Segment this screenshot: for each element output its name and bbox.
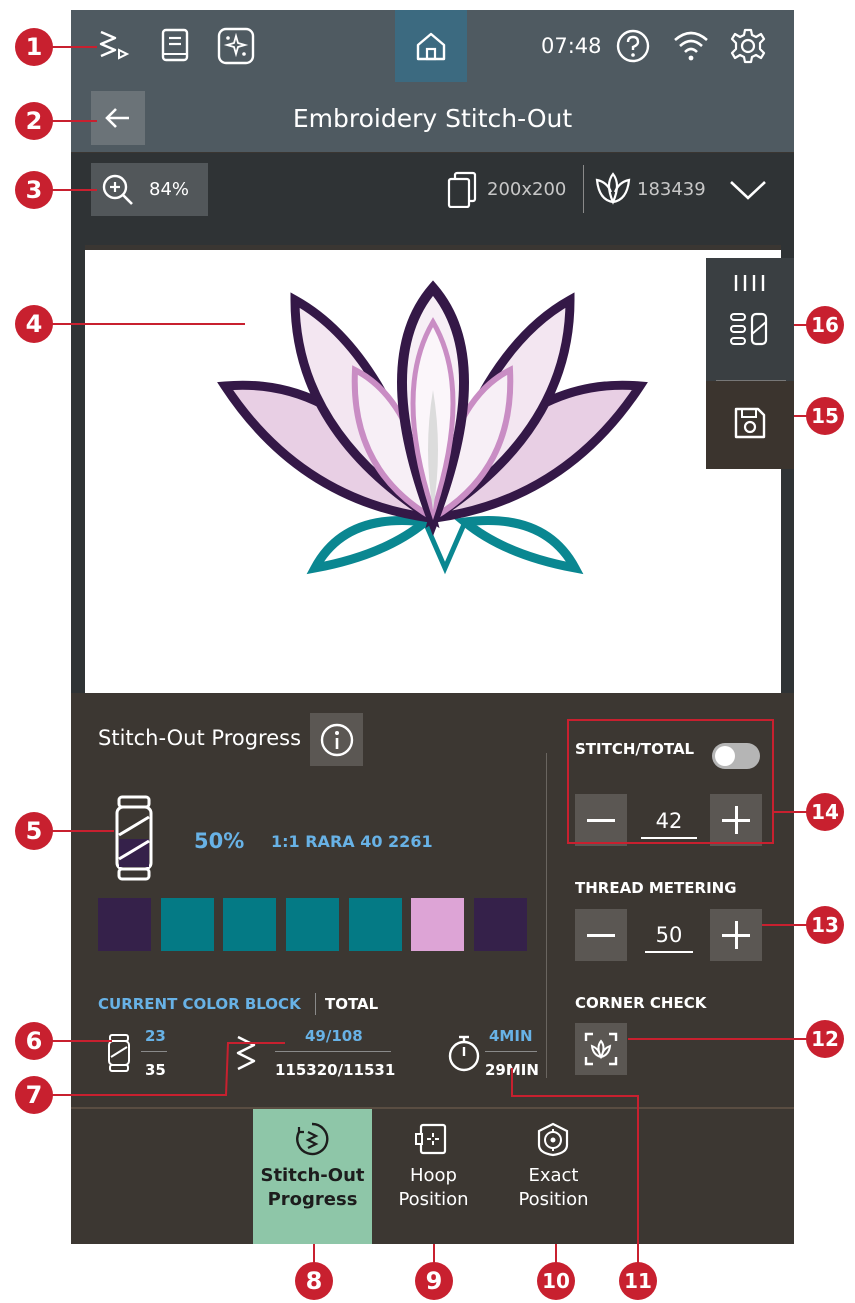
lotus-design-icon <box>595 172 631 205</box>
progress-percent: 50% <box>194 829 245 853</box>
thread-metering-minus[interactable] <box>575 909 627 961</box>
thread-metering-underline <box>645 951 693 953</box>
stitch-total-highlight-box <box>567 719 774 844</box>
callout-12: 12 <box>806 1020 844 1058</box>
zoom-button[interactable]: 84% <box>91 163 208 216</box>
time-current: 4MIN <box>489 1027 533 1045</box>
design-toolbar: 84% 200x200 183439 <box>71 153 794 225</box>
callout-2: 2 <box>15 102 53 140</box>
hoop-position-icon <box>415 1123 447 1155</box>
callout-3: 3 <box>15 171 53 209</box>
lotus-embroidery-design <box>217 280 648 575</box>
toolbar-divider <box>583 165 584 213</box>
callout-line-3 <box>52 189 97 191</box>
thread-metering-plus[interactable] <box>710 909 762 961</box>
stitch-menu-icon[interactable] <box>95 26 135 66</box>
tab-hoop-position[interactable]: Hoop Position <box>374 1109 493 1244</box>
callout-16: 16 <box>806 306 844 344</box>
canvas-left-frame <box>71 225 85 693</box>
help-icon[interactable] <box>615 28 651 64</box>
callout-15: 15 <box>806 397 844 435</box>
color-block-swatch[interactable] <box>349 898 402 951</box>
callout-line-14 <box>774 811 808 813</box>
clock-time: 07:48 <box>541 34 602 58</box>
color-block-swatch[interactable] <box>411 898 464 951</box>
callout-line-13 <box>762 924 808 926</box>
zoom-in-icon <box>102 174 133 205</box>
hoop-size: 200x200 <box>487 179 567 200</box>
color-block-swatch[interactable] <box>286 898 339 951</box>
stitch-progress-icon <box>296 1122 329 1156</box>
thread-spool-icon <box>115 795 153 881</box>
callout-6: 6 <box>15 1022 53 1060</box>
info-button[interactable] <box>310 713 363 766</box>
top-bar: 07:48 <box>71 10 794 82</box>
stitch-fraction-line <box>275 1051 391 1052</box>
callout-5: 5 <box>15 812 53 850</box>
callout-1: 1 <box>15 28 53 66</box>
callout-10: 10 <box>537 1262 575 1300</box>
thread-metering-value: 50 <box>655 923 683 947</box>
callout-14: 14 <box>806 793 844 831</box>
tab-label-line2: Progress <box>267 1189 358 1210</box>
stitch-total: 115320/11531 <box>275 1061 396 1079</box>
callout-line-12 <box>628 1038 808 1040</box>
save-button[interactable] <box>706 381 794 469</box>
tab-label-line1: Stitch-Out <box>260 1165 365 1186</box>
title-bar: Embroidery Stitch-Out <box>71 82 794 152</box>
info-icon <box>320 723 354 757</box>
thread-name: 1:1 RARA 40 2261 <box>271 832 433 851</box>
creative-sparkle-icon[interactable] <box>216 26 256 66</box>
callout-9: 9 <box>415 1262 453 1300</box>
corner-check-label: CORNER CHECK <box>575 994 707 1012</box>
timer-icon <box>448 1035 480 1072</box>
wifi-icon[interactable] <box>671 26 711 66</box>
legend-current: CURRENT COLOR BLOCK <box>98 995 301 1013</box>
color-list-spool-icon <box>730 312 768 346</box>
callout-line-5 <box>52 830 114 832</box>
callout-8: 8 <box>295 1262 333 1300</box>
bottom-navigation: Stitch-Out Progress Hoop Position Exact … <box>71 1107 794 1244</box>
tab-label-line2: Position <box>398 1189 469 1210</box>
callout-line-7 <box>52 1042 285 1096</box>
callout-4: 4 <box>15 305 53 343</box>
thread-metering-label: THREAD METERING <box>575 879 737 897</box>
canvas-side-panel <box>706 258 794 469</box>
zoom-level: 84% <box>149 179 190 200</box>
color-block-swatch[interactable] <box>98 898 151 951</box>
legend-total: TOTAL <box>325 995 379 1013</box>
callout-7: 7 <box>15 1076 53 1114</box>
grip-lines-icon <box>734 275 765 291</box>
embroidery-field[interactable] <box>85 250 794 693</box>
tab-stitch-out-progress[interactable]: Stitch-Out Progress <box>253 1109 372 1244</box>
legend-divider <box>315 993 316 1015</box>
panel-heading: Stitch-Out Progress <box>98 726 302 750</box>
callout-line-11 <box>511 1068 639 1266</box>
tab-label-line1: Hoop <box>410 1165 457 1186</box>
home-icon <box>416 32 446 61</box>
chevron-down-icon[interactable] <box>729 179 767 201</box>
color-block-swatch[interactable] <box>474 898 527 951</box>
color-block-swatch[interactable] <box>223 898 276 951</box>
color-block-list-button[interactable] <box>706 258 794 368</box>
hoop-icon <box>447 171 477 208</box>
callout-13: 13 <box>806 906 844 944</box>
callout-line-2 <box>52 120 97 122</box>
stitch-current: 49/108 <box>305 1027 363 1045</box>
callout-line-4 <box>52 323 245 325</box>
canvas-top-frame <box>71 225 794 245</box>
save-floppy-icon <box>734 407 766 439</box>
callout-11: 11 <box>619 1262 657 1300</box>
stitch-count: 183439 <box>637 179 706 200</box>
guide-book-icon[interactable] <box>157 26 193 66</box>
page-title: Embroidery Stitch-Out <box>292 104 573 133</box>
home-button[interactable] <box>395 10 467 82</box>
callout-line-1 <box>52 46 97 48</box>
panel-vertical-divider <box>546 753 547 1078</box>
time-fraction-line <box>485 1051 537 1052</box>
color-block-swatch[interactable] <box>161 898 214 951</box>
settings-gear-icon[interactable] <box>728 26 768 66</box>
corner-check-icon <box>584 1032 618 1066</box>
minus-icon <box>587 934 615 937</box>
